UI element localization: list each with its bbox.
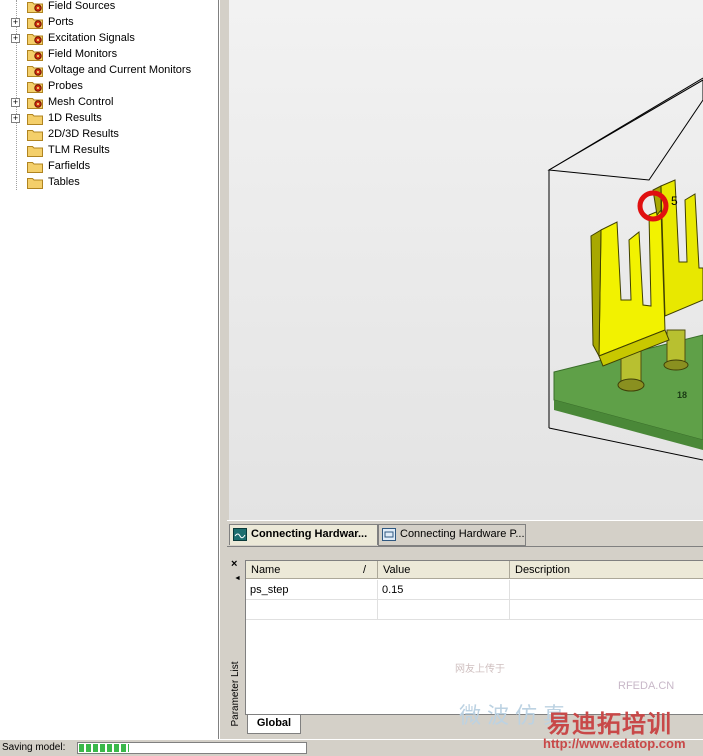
3d-model-viewport[interactable]: 18 5 [229, 0, 703, 520]
tree-item-label: Tables [48, 176, 80, 188]
tree-item-farfields[interactable]: Farfields [0, 159, 216, 175]
folder-icon [27, 144, 43, 157]
column-header-description[interactable]: Description [510, 561, 703, 579]
tree-item-label: TLM Results [48, 144, 110, 156]
port-label: 5 [671, 194, 678, 208]
tree-item-label: Field Sources [48, 0, 116, 12]
parameter-table[interactable]: Name / Value Description ps_step 0.15 [245, 560, 703, 715]
tree-item-field-sources[interactable]: Field Sources [0, 0, 216, 15]
param-cell-empty[interactable] [378, 600, 510, 620]
status-text: Saving model: [2, 742, 66, 753]
folder-gear-icon [27, 64, 43, 77]
expand-icon[interactable]: + [11, 114, 20, 123]
model-render: 18 5 [547, 77, 703, 461]
schematic-icon [382, 528, 396, 541]
tab-schematic[interactable]: Connecting Hardware P... [378, 524, 526, 546]
folder-gear-icon [27, 0, 43, 13]
param-cell-empty[interactable] [246, 600, 378, 620]
sheet-tab-divider [245, 714, 703, 715]
pin-icon[interactable]: ◄ [234, 575, 241, 582]
column-header-name[interactable]: Name / [246, 561, 378, 579]
tree-item-label: 1D Results [48, 112, 102, 124]
folder-icon [27, 176, 43, 189]
tab-schematic-label: Connecting Hardware P... [400, 528, 525, 540]
parameter-list-title: Parameter List [230, 661, 241, 727]
folder-gear-icon [27, 48, 43, 61]
sheet-tab-global[interactable]: Global [247, 715, 301, 734]
tab-3d-view-label: Connecting Hardwar... [251, 528, 368, 540]
tree-item-excitation-signals[interactable]: + Excitation Signals [0, 31, 216, 47]
tree-item-tlm-results[interactable]: TLM Results [0, 143, 216, 159]
folder-gear-icon [27, 32, 43, 45]
tree-item-label: Farfields [48, 160, 91, 172]
tree-item-label: Probes [48, 80, 83, 92]
sort-indicator: / [363, 564, 367, 576]
folder-gear-icon [27, 80, 43, 93]
tree-item-label: Mesh Control [48, 96, 114, 108]
close-icon[interactable]: × [231, 559, 237, 570]
tab-3d-view[interactable]: Connecting Hardwar... [229, 524, 378, 545]
folder-icon [27, 128, 43, 141]
tree-item-probes[interactable]: Probes [0, 79, 216, 95]
expand-icon[interactable]: + [11, 18, 20, 27]
tree-item-voltage-and-current-monitors[interactable]: Voltage and Current Monitors [0, 63, 216, 79]
tree-item-mesh-control[interactable]: + Mesh Control [0, 95, 216, 111]
save-progress-bar [77, 742, 307, 754]
tree-item-label: Field Monitors [48, 48, 118, 60]
param-cell-name[interactable]: ps_step [246, 580, 378, 600]
folder-gear-icon [27, 96, 43, 109]
tree-item-label: Excitation Signals [48, 32, 135, 44]
tree-item-ports[interactable]: + Ports [0, 15, 216, 31]
svg-text:18: 18 [677, 390, 687, 400]
parameter-list-sidebar: × ◄ Parameter List [227, 547, 244, 740]
param-cell-description[interactable] [510, 580, 703, 600]
tree-item-2d-3d-results[interactable]: 2D/3D Results [0, 127, 216, 143]
view-tab-strip: Connecting Hardwar... Connecting Hardwar… [227, 520, 703, 547]
param-cell-empty[interactable] [510, 600, 703, 620]
expand-icon[interactable]: + [11, 34, 20, 43]
status-bar: Saving model: [0, 739, 703, 756]
tree-item-label: 2D/3D Results [48, 128, 119, 140]
column-header-name-label: Name [251, 564, 281, 576]
column-header-value[interactable]: Value [378, 561, 510, 579]
tree-item-label: Voltage and Current Monitors [48, 64, 192, 76]
param-cell-value[interactable]: 0.15 [378, 580, 510, 600]
tree-item-1d-results[interactable]: +1D Results [0, 111, 216, 127]
tree-item-field-monitors[interactable]: Field Monitors [0, 47, 216, 63]
save-progress-fill [79, 744, 129, 752]
navigation-tree: Field Sources + Ports + Excitation Signals Fi… [0, 0, 219, 739]
parameter-list-panel: × ◄ Parameter List Name / Value Descript… [227, 546, 703, 740]
3d-view-icon [233, 528, 247, 541]
folder-gear-icon [27, 16, 43, 29]
connector-body [590, 179, 703, 367]
folder-icon [27, 112, 43, 125]
tree-item-label: Ports [48, 16, 74, 28]
tree-item-tables[interactable]: Tables [0, 175, 216, 191]
folder-icon [27, 160, 43, 173]
expand-icon[interactable]: + [11, 98, 20, 107]
